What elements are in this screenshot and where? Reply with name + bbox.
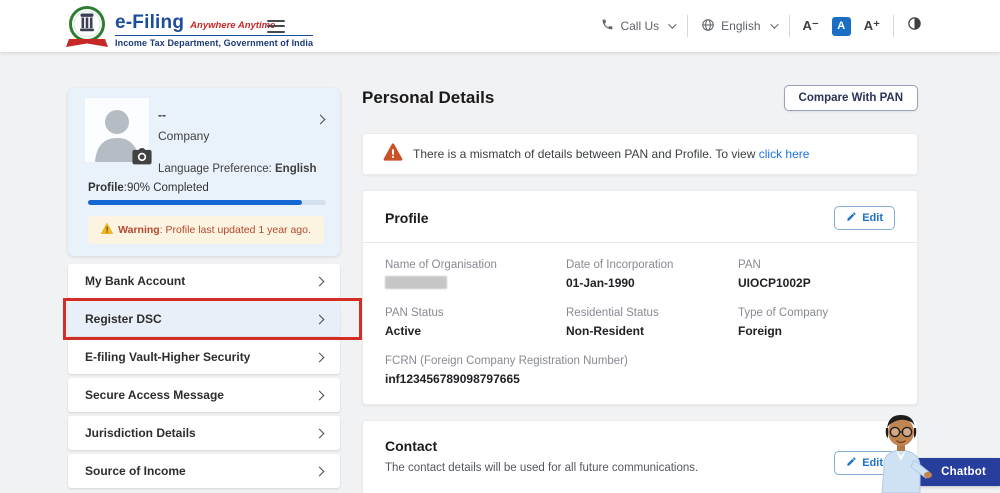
warning-text: Warning: Profile last updated 1 year ago… bbox=[118, 224, 311, 236]
field-name-of-organisation: Name of Organisation bbox=[385, 259, 566, 290]
profile-progress-fill bbox=[88, 200, 303, 205]
header-controls: Call Us English A⁻ A A⁺ bbox=[601, 0, 922, 52]
contact-section-title: Contact bbox=[385, 438, 438, 454]
department-name: Income Tax Department, Government of Ind… bbox=[115, 37, 314, 48]
divider bbox=[363, 242, 917, 243]
divider bbox=[687, 15, 689, 37]
divider bbox=[893, 15, 894, 37]
sidebar-menu: My Bank Account Register DSC E-filing Va… bbox=[63, 264, 362, 488]
chevron-right-icon bbox=[314, 390, 325, 400]
alert-triangle-icon bbox=[383, 142, 403, 166]
brand-tagline: Anywhere Anytime bbox=[190, 19, 276, 31]
contact-description: The contact details will be used for all… bbox=[385, 462, 699, 474]
top-header-bar: e-Filing Anywhere Anytime Income Tax Dep… bbox=[0, 0, 1000, 52]
camera-icon[interactable] bbox=[132, 148, 152, 165]
field-residential-status: Residential Status Non-Resident bbox=[566, 307, 659, 338]
field-type-of-company: Type of Company Foreign bbox=[738, 307, 829, 338]
sidebar-item-register-dsc[interactable]: Register DSC bbox=[68, 302, 340, 336]
pan-mismatch-banner: There is a mismatch of details between P… bbox=[362, 133, 918, 175]
profile-progress-bar bbox=[88, 200, 326, 205]
click-here-link[interactable]: click here bbox=[759, 147, 810, 161]
india-emblem-icon bbox=[66, 4, 108, 55]
contrast-toggle-icon[interactable] bbox=[907, 16, 922, 36]
warning-triangle-icon bbox=[101, 221, 114, 239]
redacted-value bbox=[385, 276, 447, 289]
mismatch-message: There is a mismatch of details between P… bbox=[413, 147, 810, 161]
main-content: Personal Details Compare With PAN There … bbox=[362, 85, 918, 493]
efiling-portal-page: e-Filing Anywhere Anytime Income Tax Dep… bbox=[0, 0, 1000, 493]
language-preference: Language Preference: English bbox=[158, 163, 317, 175]
sidebar-item-jurisdiction-details[interactable]: Jurisdiction Details bbox=[68, 416, 340, 450]
profile-sidebar: -- Company Language Preference: English … bbox=[63, 88, 362, 492]
chevron-down-icon bbox=[668, 20, 677, 29]
field-date-of-incorporation: Date of Incorporation 01-Jan-1990 bbox=[566, 259, 674, 290]
chevron-right-icon bbox=[314, 276, 325, 286]
profile-section-title: Profile bbox=[385, 210, 429, 226]
hamburger-menu-icon[interactable] bbox=[267, 20, 285, 33]
profile-edit-button[interactable]: Edit bbox=[834, 206, 895, 230]
profile-fields-grid: Name of Organisation Date of Incorporati… bbox=[385, 259, 895, 386]
contact-section: Contact The contact details will be used… bbox=[362, 420, 918, 493]
profile-entity-type: Company bbox=[158, 129, 210, 143]
sidebar-item-efiling-vault[interactable]: E-filing Vault-Higher Security bbox=[68, 340, 340, 374]
font-default-button[interactable]: A bbox=[831, 16, 851, 36]
profile-name: -- bbox=[158, 108, 166, 122]
brand-name: e-Filing bbox=[115, 11, 185, 33]
chevron-right-icon bbox=[314, 428, 325, 438]
chatbot-assistant-icon[interactable] bbox=[870, 412, 932, 493]
sidebar-item-my-bank-account[interactable]: My Bank Account bbox=[68, 264, 340, 298]
call-us-dropdown[interactable]: Call Us bbox=[601, 18, 677, 34]
phone-icon bbox=[601, 18, 614, 34]
field-pan-status: PAN Status Active bbox=[385, 307, 444, 338]
sidebar-item-source-of-income[interactable]: Source of Income bbox=[68, 454, 340, 488]
divider bbox=[788, 15, 790, 37]
language-dropdown[interactable]: English bbox=[701, 18, 779, 35]
sidebar-item-secure-access-message[interactable]: Secure Access Message bbox=[68, 378, 340, 412]
font-increase-button[interactable]: A⁺ bbox=[864, 18, 880, 34]
chevron-right-icon bbox=[314, 466, 325, 476]
font-decrease-button[interactable]: A⁻ bbox=[803, 18, 819, 34]
call-us-label: Call Us bbox=[620, 19, 660, 33]
field-pan: PAN UIOCP1002P bbox=[738, 259, 811, 290]
field-fcrn: FCRN (Foreign Company Registration Numbe… bbox=[385, 355, 628, 386]
compare-with-pan-button[interactable]: Compare With PAN bbox=[783, 85, 918, 111]
language-label: English bbox=[721, 19, 761, 33]
chevron-down-icon bbox=[769, 20, 779, 29]
user-profile-card[interactable]: -- Company Language Preference: English … bbox=[68, 88, 340, 256]
profile-completion-text: Profile:90% Completed bbox=[88, 182, 209, 194]
chevron-right-icon bbox=[314, 314, 325, 324]
chevron-right-icon bbox=[314, 352, 325, 362]
profile-warning-banner: Warning: Profile last updated 1 year ago… bbox=[88, 216, 324, 244]
profile-section: Profile Edit Name of Organisation Date o… bbox=[362, 190, 918, 405]
chatbot-label: Chatbot bbox=[941, 466, 986, 478]
globe-icon bbox=[701, 18, 715, 35]
pencil-icon bbox=[846, 456, 857, 470]
pencil-icon bbox=[846, 211, 857, 225]
chevron-right-icon[interactable] bbox=[315, 110, 326, 128]
